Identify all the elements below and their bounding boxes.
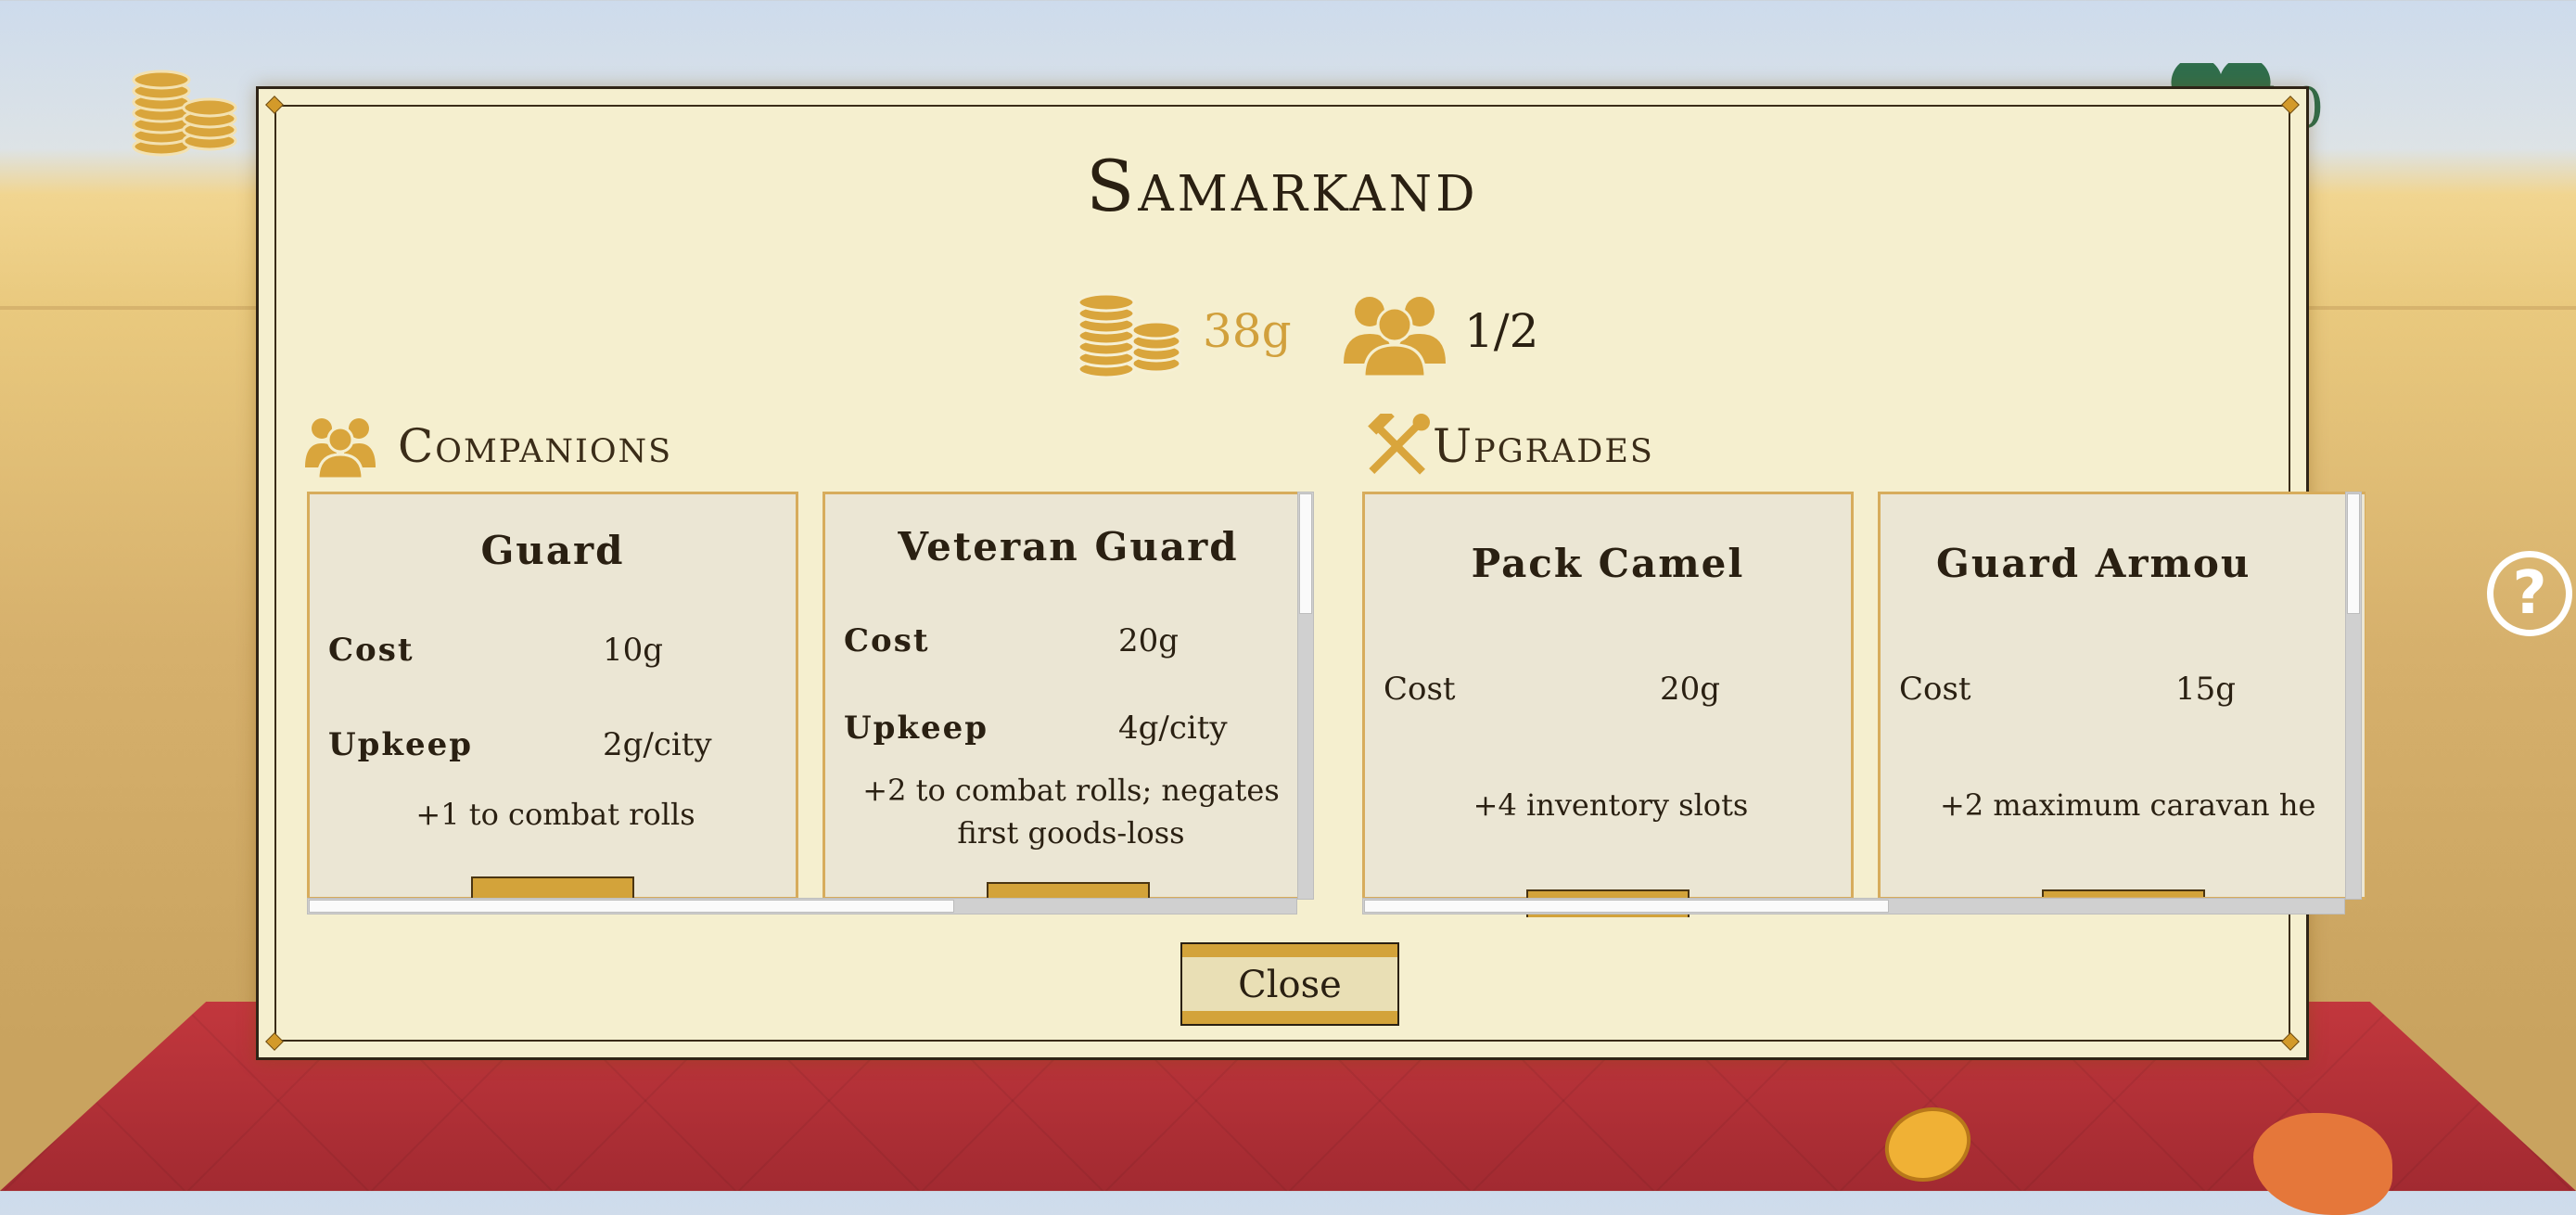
help-button[interactable]: ? bbox=[2487, 551, 2572, 636]
card-name: Guard Armou bbox=[1936, 541, 2251, 586]
coins-icon bbox=[1077, 292, 1182, 378]
party-size: 1/2 bbox=[1464, 304, 1539, 358]
tools-icon bbox=[1368, 414, 1430, 475]
cost-label: Cost bbox=[844, 622, 930, 659]
card-name: Veteran Guard bbox=[898, 524, 1239, 569]
gold-amount: 38g bbox=[1203, 304, 1292, 358]
card-name: Pack Camel bbox=[1471, 541, 1745, 586]
upkeep-label: Upkeep bbox=[844, 710, 989, 747]
companions-list[interactable]: Guard Cost 10g Upkeep 2g/city +1 to comb… bbox=[307, 492, 1314, 918]
companions-horizontal-scrollbar[interactable] bbox=[307, 898, 1297, 914]
city-title: Samarkand bbox=[1086, 145, 1479, 227]
city-stats: 38g 1/2 bbox=[1075, 286, 1594, 378]
cost-value: 20g bbox=[1660, 671, 1721, 708]
card-name: Guard bbox=[480, 528, 625, 573]
cost-value: 15g bbox=[2175, 671, 2237, 708]
scrollbar-thumb[interactable] bbox=[309, 900, 954, 913]
upgrade-card-pack-camel[interactable]: Pack Camel Cost 20g +4 inventory slots bbox=[1362, 492, 1854, 917]
coins-icon bbox=[132, 70, 237, 157]
cost-label: Cost bbox=[1899, 671, 1971, 708]
effect-text: +1 to combat rolls bbox=[415, 797, 695, 832]
scrollbar-thumb[interactable] bbox=[1299, 493, 1312, 614]
companion-card-guard[interactable]: Guard Cost 10g Upkeep 2g/city +1 to comb… bbox=[307, 492, 798, 904]
effect-text: +2 to combat rolls; negates first goods-… bbox=[862, 773, 1280, 850]
effect-text: +4 inventory slots bbox=[1473, 787, 1749, 823]
close-button[interactable]: Close bbox=[1180, 942, 1399, 1026]
cost-value: 10g bbox=[603, 632, 664, 669]
orange-token bbox=[2253, 1113, 2392, 1215]
upkeep-value: 2g/city bbox=[603, 726, 712, 763]
upgrade-card-guard-armour[interactable]: Guard Armou Cost 15g +2 maximum caravan … bbox=[1878, 492, 2366, 900]
effect-text: +2 maximum caravan he bbox=[1940, 787, 2316, 823]
upgrades-horizontal-scrollbar[interactable] bbox=[1362, 898, 2345, 914]
party-icon bbox=[1344, 297, 1446, 377]
companions-label: Companions bbox=[398, 419, 673, 473]
upgrades-label: Upgrades bbox=[1433, 419, 1654, 473]
cost-label: Cost bbox=[328, 632, 414, 669]
scrollbar-thumb[interactable] bbox=[1364, 900, 1889, 913]
cost-label: Cost bbox=[1384, 671, 1456, 708]
upgrades-list[interactable]: Pack Camel Cost 20g +4 inventory slots G… bbox=[1362, 492, 2366, 918]
upgrades-vertical-scrollbar[interactable] bbox=[2345, 492, 2362, 900]
upkeep-label: Upkeep bbox=[328, 726, 474, 763]
upkeep-value: 4g/city bbox=[1118, 710, 1228, 747]
cost-value: 20g bbox=[1118, 622, 1180, 659]
scrollbar-thumb[interactable] bbox=[2347, 493, 2360, 614]
party-icon bbox=[305, 418, 376, 479]
city-dialog: Samarkand 38g 1/2 Companions Guard Cost … bbox=[256, 86, 2366, 1060]
companions-vertical-scrollbar[interactable] bbox=[1297, 492, 1314, 900]
companion-card-veteran-guard[interactable]: Veteran Guard Cost 20g Upkeep 4g/city +2… bbox=[823, 492, 1314, 910]
